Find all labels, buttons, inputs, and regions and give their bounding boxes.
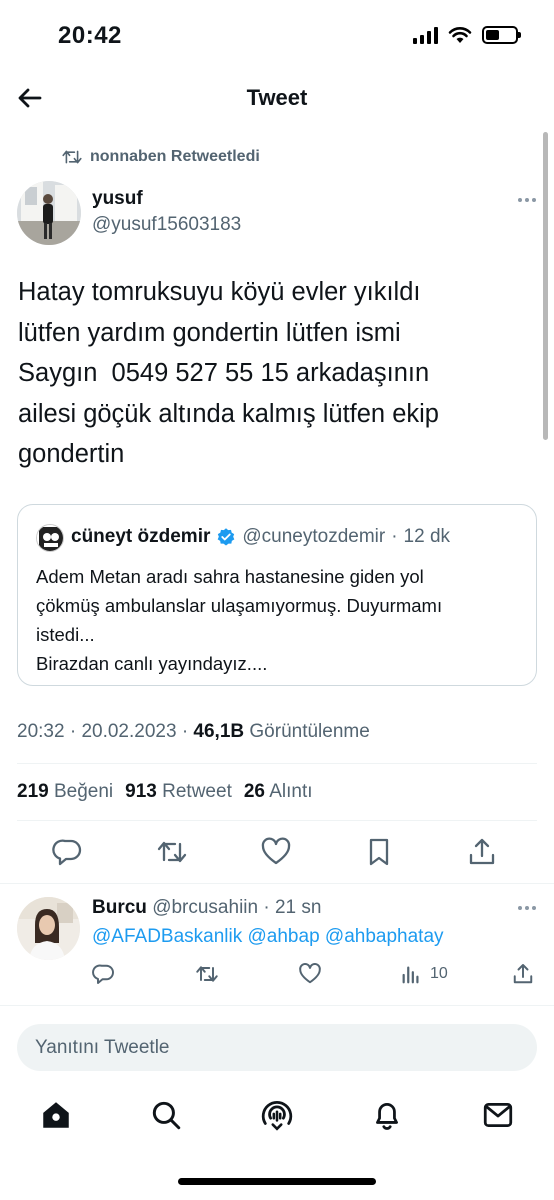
quote-author-handle: @cuneytozdemir <box>242 526 386 547</box>
retweets-count: 913 <box>125 781 157 802</box>
scrollbar[interactable] <box>543 132 548 440</box>
tweet-text-line: lütfen yardım gondertin lütfen ismi <box>18 318 401 347</box>
reply-avatar[interactable] <box>17 897 80 960</box>
retweets-stat[interactable]: 913 Retweet <box>125 781 232 803</box>
quote-text: Adem Metan aradı sahra hastanesine giden… <box>36 562 526 678</box>
quote-text-line: Adem Metan aradı sahra hastanesine giden… <box>36 566 424 587</box>
search-icon[interactable] <box>149 1098 183 1132</box>
social-context[interactable]: nonnaben Retweetledi <box>62 148 260 166</box>
reply-icon[interactable] <box>52 836 84 868</box>
reply-views-button[interactable]: 10 <box>400 962 448 986</box>
tweet-date[interactable]: 20.02.2023 <box>81 721 176 742</box>
reply-author-handle[interactable]: @brcusahiin <box>152 897 258 918</box>
retweet-icon[interactable] <box>195 962 219 986</box>
reply-views-count: 10 <box>430 965 448 982</box>
reply-header: Burcu @brcusahiin · 21 sn <box>92 897 321 919</box>
home-indicator[interactable] <box>178 1178 376 1185</box>
like-icon[interactable] <box>260 836 292 868</box>
share-icon[interactable] <box>466 836 498 868</box>
tweet-actions <box>0 836 554 868</box>
retweets-label: Retweet <box>162 781 232 802</box>
quote-avatar <box>36 524 64 552</box>
wifi-icon <box>448 27 472 43</box>
likes-label: Beğeni <box>53 781 114 802</box>
tweet-text: Hatay tomruksuyu köyü evler yıkıldı lütf… <box>18 272 538 475</box>
quotes-count: 26 <box>243 781 265 802</box>
tweet-text-line: ailesi göçük altında kalmış lütfen ekip <box>18 399 439 428</box>
social-context-text: nonnaben Retweetledi <box>90 148 260 165</box>
header: Tweet <box>0 70 554 128</box>
views-count: 46,1B <box>193 721 245 742</box>
divider <box>0 883 554 884</box>
reply-icon[interactable] <box>92 962 116 986</box>
mention-link[interactable]: @AFADBaskanlik <box>92 926 242 947</box>
cellular-signal-icon <box>413 26 438 44</box>
verified-badge-icon <box>218 528 235 546</box>
reply-input[interactable] <box>35 1036 519 1059</box>
status-time: 20:42 <box>58 22 122 49</box>
meta-separator: · <box>69 721 82 742</box>
quote-age: 12 dk <box>403 526 451 547</box>
battery-icon <box>482 26 521 44</box>
author-handle[interactable]: @yusuf15603183 <box>92 214 241 236</box>
quote-header: cüneyt özdemir @cuneytozdemir · 12 dk <box>71 526 450 548</box>
retweet-icon <box>62 150 82 164</box>
avatar[interactable] <box>17 181 81 245</box>
quote-text-line: istedi... <box>36 624 95 645</box>
reply-more-options-button[interactable] <box>518 906 536 910</box>
reply-text: @AFADBaskanlik @ahbap @ahbaphatay <box>92 926 444 948</box>
likes-count: 219 <box>17 781 49 802</box>
quotes-label: Alıntı <box>269 781 313 802</box>
engagement-stats: 219 Beğeni 913 Retweet 26 Alıntı <box>17 781 313 803</box>
mention-link[interactable]: @ahbaphatay <box>325 926 444 947</box>
quote-author-name: cüneyt özdemir <box>71 526 211 547</box>
tweet-text-line: Hatay tomruksuyu köyü evler yıkıldı <box>18 278 421 306</box>
quotes-stat[interactable]: 26 Alıntı <box>244 781 313 803</box>
spaces-icon[interactable] <box>260 1098 294 1132</box>
retweet-icon[interactable] <box>156 836 188 868</box>
mention-link[interactable]: @ahbap <box>248 926 320 947</box>
home-icon[interactable] <box>39 1098 73 1132</box>
notifications-icon[interactable] <box>370 1098 404 1132</box>
reply-actions: 10 <box>0 962 554 986</box>
bookmark-icon[interactable] <box>363 836 395 868</box>
views-label: Görüntülenme <box>249 721 370 742</box>
tweet-text-line: Saygın 0549 527 55 15 arkadaşının <box>18 359 430 387</box>
page-title: Tweet <box>246 85 308 110</box>
divider <box>17 820 537 821</box>
reply-composer[interactable] <box>17 1024 537 1071</box>
tweet-text-line: gondertin <box>18 440 125 468</box>
divider <box>0 1005 554 1006</box>
bottom-tab-bar <box>0 1098 554 1138</box>
quote-separator: · <box>391 526 398 547</box>
divider <box>17 763 537 764</box>
like-icon[interactable] <box>298 962 322 986</box>
quote-text-line: Birazdan canlı yayındayız.... <box>36 653 268 674</box>
views-icon <box>402 966 419 984</box>
reply-age: 21 sn <box>274 897 322 918</box>
quoted-tweet[interactable]: cüneyt özdemir @cuneytozdemir · 12 dk Ad… <box>17 504 537 686</box>
messages-icon[interactable] <box>481 1098 515 1132</box>
more-options-button[interactable] <box>518 198 536 202</box>
likes-stat[interactable]: 219 Beğeni <box>17 781 113 803</box>
tweet-metadata: 20:32 · 20.02.2023 · 46,1B Görüntülenme <box>17 721 370 743</box>
quote-text-line: çökmüş ambulanslar ulaşamıyormuş. Duyurm… <box>36 595 443 616</box>
status-icons <box>413 26 521 44</box>
reply-separator: · <box>258 897 275 918</box>
status-bar: 20:42 <box>0 0 554 70</box>
meta-separator: · <box>181 721 194 742</box>
author-name[interactable]: yusuf <box>92 188 143 210</box>
reply-author-name[interactable]: Burcu <box>92 897 147 918</box>
tweet-time[interactable]: 20:32 <box>17 721 65 742</box>
share-icon[interactable] <box>511 962 535 986</box>
